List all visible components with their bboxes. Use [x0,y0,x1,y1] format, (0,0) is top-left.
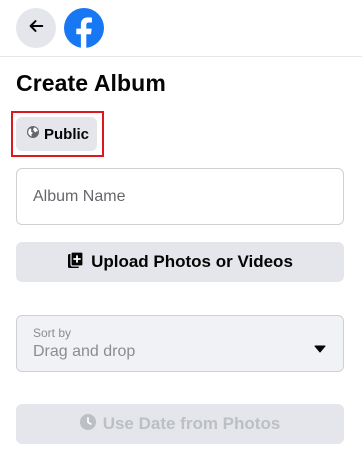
album-name-input[interactable] [17,169,343,224]
upload-button-label: Upload Photos or Videos [91,252,293,271]
clock-icon [79,413,96,435]
use-date-label: Use Date from Photos [102,414,281,433]
upload-photos-button[interactable]: Upload Photos or Videos [16,242,344,282]
add-photo-icon [67,250,85,274]
caret-down-icon [314,340,326,358]
sort-by-value: Drag and drop [33,343,136,360]
privacy-button[interactable]: Public [16,117,97,151]
privacy-label: Public [44,125,90,143]
sort-by-select[interactable]: Sort by Drag and drop [16,315,344,372]
use-date-button[interactable]: Use Date from Photos [16,404,344,444]
page-title: Create Album [16,70,166,96]
sort-by-caption: Sort by [33,326,72,340]
album-name-field[interactable] [16,168,344,225]
back-button[interactable] [16,8,56,48]
top-bar [0,0,362,57]
globe-icon [27,125,39,143]
facebook-logo-icon[interactable] [64,8,104,48]
arrow-left-icon [27,17,45,40]
